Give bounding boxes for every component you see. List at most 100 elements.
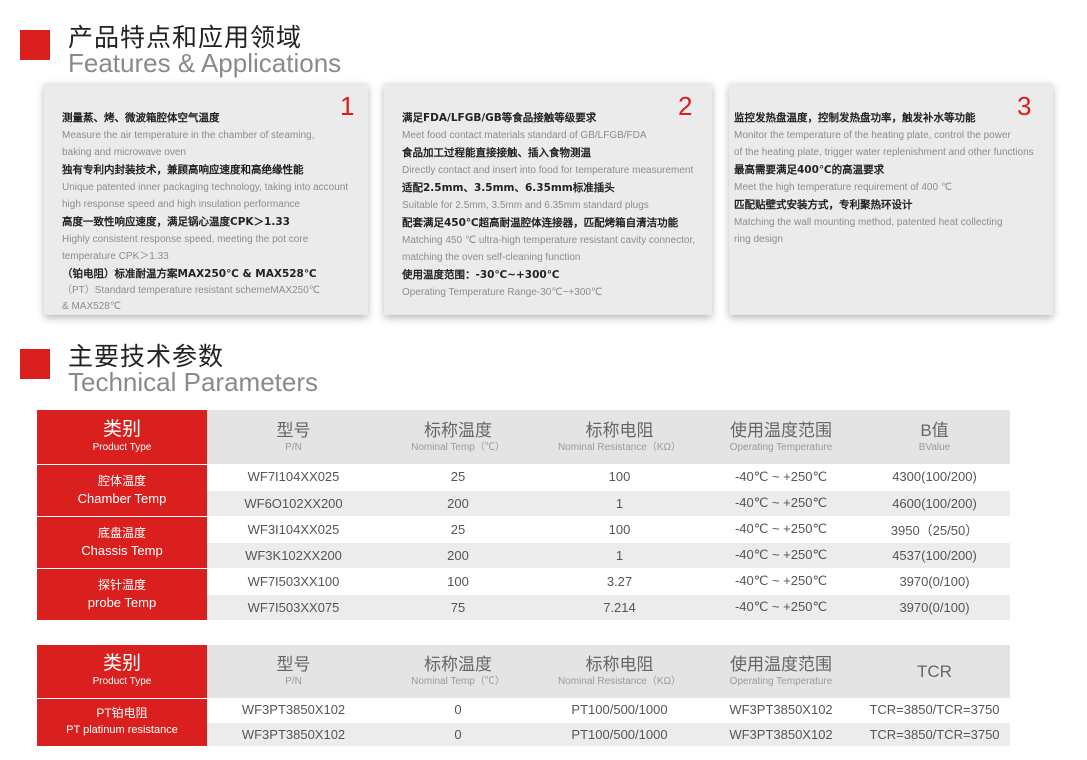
card-line-zh: 匹配贴壁式安装方式，专利聚热环设计 [734,199,913,211]
cell-operating-temp: WF3PT3850X102 [703,722,859,747]
cell-nominal-resistance: PT100/500/1000 [536,722,703,747]
category-en: probe Temp [87,595,157,611]
table-row: 探针温度 probe Temp WF7I503XX100 100 3.27 -4… [37,567,1010,620]
card-line-zh: 独有专利内封装技术，兼顾高响应速度和高绝缘性能 [62,164,304,176]
category-cell: 探针温度 probe Temp [37,567,207,620]
cell-nominal-resistance: PT100/500/1000 [536,698,703,723]
cell-b-value: 3950（25/50） [859,516,1010,543]
cell-pn: WF7I503XX075 [207,594,380,621]
col-header-en: Operating Temperature [729,676,833,687]
card-line-en: Matching the wall mounting method, paten… [734,217,1003,228]
cell-b-value: 4300(100/200) [859,464,1010,491]
col-header-operating-temp: 使用温度范围 Operating Temperature [703,645,859,698]
feature-card-1: 1 测量蒸、烤、微波箱腔体空气温度 Measure the air temper… [44,83,368,315]
card-line-zh: 高度一致性响应速度，满足锅心温度CPK＞1.33 [62,216,290,228]
col-header-pn: 型号 P/N [207,645,380,698]
feature-card-3: 3 监控发热盘温度，控制发热盘功率，触发补水等功能 Monitor the te… [729,83,1053,315]
card-line-zh: 配套满足450℃超高耐温腔体连接器，匹配烤箱自清洁功能 [402,217,679,229]
col-header-operating-temp: 使用温度范围 Operating Temperature [703,410,859,464]
cell-b-value: 4537(100/200) [859,542,1010,569]
card-line-en: Meet food contact materials standard of … [402,130,647,141]
cell-b-value: 4600(100/200) [859,490,1010,517]
col-header-en: Nominal Resistance（KΩ） [557,676,682,687]
cell-nominal-temp: 25 [380,516,536,543]
card-line-en: Unique patented inner packaging technolo… [62,182,349,193]
cell-pn: WF7I503XX100 [207,568,380,595]
card-line-en: （PT）Standard temperature resistant schem… [62,285,321,296]
col-header-nominal-resistance: 标称电阻 Nominal Resistance（KΩ） [536,410,703,464]
card-line-zh: 食品加工过程能直接接触、插入食物测温 [402,147,591,159]
category-header: 类别 Product Type [37,410,207,464]
category-zh: PT铂电阻 [96,706,148,721]
col-header-zh: 型号 [276,420,311,440]
col-header-en: Nominal Resistance（KΩ） [557,441,682,453]
cell-nominal-resistance: 1 [536,490,703,517]
cell-nominal-resistance: 100 [536,464,703,491]
card-line-en: temperature CPK＞1.33 [62,251,169,262]
category-zh: 探针温度 [97,578,146,593]
cell-pn: WF3PT3850X102 [207,722,380,747]
category-header-zh: 类别 [102,653,141,675]
card-line-zh: 使用温度范围：-30℃~+300℃ [402,269,560,281]
card-line-en: of the heating plate, trigger water repl… [734,147,1034,158]
card-line-en: Meet the high temperature requirement of… [734,182,953,193]
table-header-row: 类别 Product Type 型号 P/N 标称温度 Nominal Temp… [37,645,1010,698]
category-en: PT platinum resistance [66,724,178,737]
col-header-en: Nominal Temp（℃） [411,441,505,453]
category-header-zh: 类别 [102,418,141,440]
cell-b-value: 3970(0/100) [859,568,1010,595]
cell-operating-temp: -40℃ ~ +250℃ [703,542,859,569]
col-header-en: P/N [285,441,302,453]
category-zh: 腔体温度 [97,474,146,488]
cell-nominal-resistance: 100 [536,516,703,543]
col-header-b-value: B值 BValue [859,410,1010,464]
cell-nominal-resistance: 7.214 [536,594,703,621]
card-line-zh: （铂电阻）标准耐温方案MAX250℃ & MAX528℃ [62,268,317,280]
card-line-zh: 监控发热盘温度，控制发热盘功率，触发补水等功能 [734,112,976,124]
table-row: PT铂电阻 PT platinum resistance WF3PT3850X1… [37,697,1010,746]
col-header-zh: 使用温度范围 [730,420,832,440]
col-header-zh: 标称温度 [424,655,492,674]
cell-nominal-temp: 200 [380,542,536,569]
col-header-zh: 标称电阻 [585,420,654,440]
card-line-en: & MAX528℃ [62,301,122,312]
technical-title-en: Technical Parameters [68,367,318,397]
card-line-en: matching the oven self-cleaning function [402,252,581,263]
cell-nominal-temp: 75 [380,594,536,621]
cell-pn: WF3K102XX200 [207,542,380,569]
col-header-pn: 型号 P/N [207,410,380,464]
cell-operating-temp: -40℃ ~ +250℃ [703,516,859,543]
cell-pn: WF3I104XX025 [207,516,380,543]
table-header-row: 类别 Product Type 型号 P/N 标称温度 Nominal Temp… [37,410,1010,464]
col-header-en: Nominal Temp（℃） [411,676,505,687]
cell-operating-temp: -40℃ ~ +250℃ [703,490,859,517]
cell-pn: WF7I104XX025 [207,464,380,491]
card-line-en: baking and microwave oven [62,147,186,158]
col-header-en: BValue [918,441,951,453]
pt-params-table: 类别 Product Type 型号 P/N 标称温度 Nominal Temp… [37,645,1010,747]
cell-operating-temp: -40℃ ~ +250℃ [703,568,859,595]
col-header-zh: 使用温度范围 [730,655,832,674]
card-line-en: Suitable for 2.5mm, 3.5mm and 6.35mm sta… [402,200,649,211]
card-line-en: Monitor the temperature of the heating p… [734,130,1011,141]
card-line-en: high response speed and high insulation … [62,199,300,210]
cell-pn: WF6O102XX200 [207,490,380,517]
col-header-tcr: TCR [859,645,1010,698]
feature-card-2: 2 满足FDA/LFGB/GB等食品接触等级要求 Meet food conta… [384,83,712,315]
card-line-zh: 适配2.5mm、3.5mm、6.35mm标准插头 [402,182,615,194]
cell-b-value: 3970(0/100) [859,594,1010,621]
cell-nominal-temp: 100 [380,568,536,595]
cell-operating-temp: -40℃ ~ +250℃ [703,594,859,621]
cell-nominal-temp: 200 [380,490,536,517]
card-line-zh: 测量蒸、烤、微波箱腔体空气温度 [62,112,220,124]
category-header: 类别 Product Type [37,645,207,698]
col-header-nominal-temp: 标称温度 Nominal Temp（℃） [380,645,536,698]
cell-tcr: TCR=3850/TCR=3750 [859,698,1010,723]
features-title-en: Features & Applications [68,48,342,78]
heading-square-icon [20,30,50,60]
card-line-zh: 最高需要满足400℃的高温要求 [734,164,885,176]
category-cell: PT铂电阻 PT platinum resistance [37,697,207,746]
col-header-nominal-temp: 标称温度 Nominal Temp（℃） [380,410,536,464]
category-zh: 底盘温度 [97,526,146,540]
cell-tcr: TCR=3850/TCR=3750 [859,722,1010,747]
